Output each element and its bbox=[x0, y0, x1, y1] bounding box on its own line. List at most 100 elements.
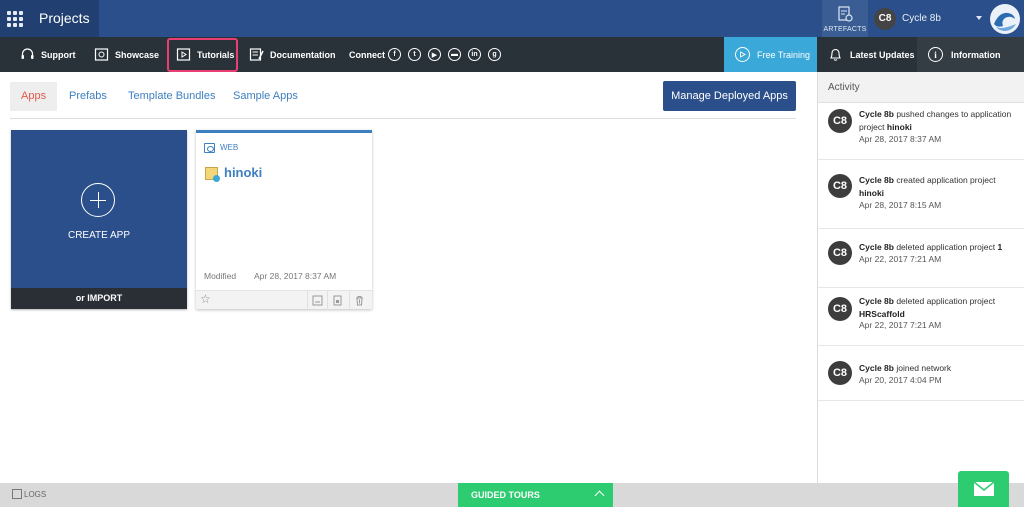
chevron-up-icon bbox=[594, 490, 605, 501]
info-icon: i bbox=[928, 47, 943, 62]
project-name-link[interactable]: hinoki bbox=[224, 165, 262, 180]
activity-action: created application project bbox=[893, 175, 996, 185]
activity-action: deleted application project bbox=[893, 296, 996, 306]
activity-time: Apr 22, 2017 7:21 AM bbox=[859, 254, 942, 264]
activity-time: Apr 22, 2017 7:21 AM bbox=[859, 320, 942, 330]
logs-icon bbox=[12, 489, 22, 499]
trash-icon[interactable] bbox=[349, 291, 368, 310]
create-app-card[interactable]: CREATE APP or IMPORT bbox=[11, 130, 187, 309]
information-button[interactable]: i Information bbox=[917, 37, 1024, 72]
activity-text: Cycle 8b joined network bbox=[859, 362, 1019, 375]
avatar: C8 bbox=[828, 361, 852, 385]
grid-icon bbox=[7, 10, 23, 27]
activity-target: hinoki bbox=[886, 121, 912, 132]
activity-time: Apr 28, 2017 8:37 AM bbox=[859, 134, 942, 144]
bottom-bar: LOGS GUIDED TOURS bbox=[0, 483, 1024, 507]
avatar: C8 bbox=[828, 297, 852, 321]
avatar: C8 bbox=[828, 241, 852, 265]
logs-button[interactable]: LOGS bbox=[12, 489, 46, 499]
activity-target: HRScaffold bbox=[859, 308, 905, 319]
activity-target: 1 bbox=[997, 242, 1003, 252]
tutorials-highlight bbox=[167, 38, 238, 72]
chat-icon[interactable]: ▬ bbox=[448, 48, 461, 61]
create-app-label: CREATE APP bbox=[67, 230, 131, 241]
play-circle-icon bbox=[735, 47, 750, 62]
user-menu[interactable]: C8 Cycle 8b bbox=[868, 0, 988, 37]
avatar: C8 bbox=[874, 7, 896, 30]
bell-icon bbox=[828, 47, 843, 62]
activity-user: Cycle 8b bbox=[859, 296, 894, 306]
activity-item: C8 Cycle 8b deleted application project … bbox=[818, 229, 1024, 288]
logs-label: LOGS bbox=[24, 489, 47, 499]
nav-showcase[interactable]: Showcase bbox=[94, 37, 159, 72]
page-title: Projects bbox=[30, 0, 99, 37]
nav-documentation-label: Documentation bbox=[270, 49, 336, 60]
information-label: Information bbox=[951, 49, 1001, 60]
activity-action: deleted application project bbox=[893, 242, 998, 252]
latest-updates-button[interactable]: Latest Updates bbox=[817, 37, 917, 72]
tab-apps[interactable]: Apps bbox=[10, 82, 58, 111]
documentation-icon bbox=[249, 47, 264, 62]
avatar: C8 bbox=[828, 174, 852, 198]
activity-panel: Activity C8 Cycle 8b pushed changes to a… bbox=[817, 72, 1024, 483]
activity-user: Cycle 8b bbox=[859, 363, 894, 373]
activity-user: Cycle 8b bbox=[859, 175, 894, 185]
nav-showcase-label: Showcase bbox=[115, 49, 160, 60]
artefacts-button[interactable]: ARTEFACTS bbox=[822, 0, 868, 37]
facebook-icon[interactable]: f bbox=[388, 48, 401, 61]
card-footer: ☆ bbox=[196, 290, 372, 310]
activity-text: Cycle 8b pushed changes to application p… bbox=[859, 108, 1019, 133]
chevron-down-icon bbox=[976, 16, 982, 20]
guided-tours-label: GUIDED TOURS bbox=[471, 490, 540, 500]
web-icon bbox=[204, 143, 215, 153]
googleplus-icon[interactable]: g bbox=[488, 48, 501, 61]
artefacts-label: ARTEFACTS bbox=[823, 26, 867, 33]
free-training-label: Free Training bbox=[757, 49, 811, 60]
activity-item: C8 Cycle 8b created application project … bbox=[818, 160, 1024, 229]
linkedin-icon[interactable]: in bbox=[468, 48, 481, 61]
free-training-button[interactable]: Free Training bbox=[724, 37, 817, 72]
nav-documentation[interactable]: Documentation bbox=[249, 37, 336, 72]
activity-title: Activity bbox=[818, 72, 1024, 103]
activity-item: C8 Cycle 8b pushed changes to applicatio… bbox=[818, 103, 1024, 160]
activity-time: Apr 28, 2017 8:15 AM bbox=[859, 200, 942, 210]
nav-support[interactable]: Support bbox=[20, 37, 76, 72]
activity-user: Cycle 8b bbox=[859, 242, 894, 252]
manage-deployed-apps-button[interactable]: Manage Deployed Apps bbox=[663, 81, 796, 111]
contact-mail-button[interactable] bbox=[958, 471, 1009, 507]
tab-sample-apps[interactable]: Sample Apps bbox=[233, 82, 298, 111]
activity-target: hinoki bbox=[859, 187, 885, 198]
tab-prefabs[interactable]: Prefabs bbox=[69, 82, 107, 111]
tab-template-bundles[interactable]: Template Bundles bbox=[128, 82, 215, 111]
showcase-icon bbox=[94, 47, 109, 62]
activity-item: C8 Cycle 8b joined network Apr 20, 2017 … bbox=[818, 346, 1024, 401]
artefacts-icon bbox=[838, 6, 853, 22]
import-button[interactable]: or IMPORT bbox=[11, 288, 187, 309]
activity-text: Cycle 8b created application project hin… bbox=[859, 174, 1019, 199]
project-icon bbox=[205, 167, 220, 182]
avatar: C8 bbox=[828, 109, 852, 133]
wave-logo-icon[interactable] bbox=[990, 4, 1020, 34]
headset-icon bbox=[20, 47, 35, 62]
star-icon[interactable]: ☆ bbox=[200, 292, 211, 306]
activity-text: Cycle 8b deleted application project 1 bbox=[859, 241, 1019, 254]
activity-item: C8 Cycle 8b deleted application project … bbox=[818, 288, 1024, 346]
latest-updates-label: Latest Updates bbox=[850, 49, 915, 60]
mail-icon bbox=[973, 481, 994, 496]
export-icon[interactable] bbox=[307, 291, 326, 310]
tabs-divider bbox=[10, 118, 796, 119]
guided-tours-button[interactable]: GUIDED TOURS bbox=[458, 483, 613, 507]
top-header: Projects ARTEFACTS C8 Cycle 8b bbox=[0, 0, 1024, 37]
twitter-icon[interactable]: t bbox=[408, 48, 421, 61]
app-grid-button[interactable] bbox=[0, 0, 30, 37]
activity-action: joined network bbox=[893, 363, 952, 373]
activity-text: Cycle 8b deleted application project HRS… bbox=[859, 295, 1019, 320]
project-card[interactable]: WEB hinoki Modified Apr 28, 2017 8:37 AM… bbox=[196, 130, 372, 310]
plus-circle-icon bbox=[81, 183, 115, 217]
youtube-icon[interactable]: ▶ bbox=[428, 48, 441, 61]
modified-label: Modified bbox=[204, 271, 237, 281]
nav-support-label: Support bbox=[41, 49, 76, 60]
modified-date: Apr 28, 2017 8:37 AM bbox=[254, 271, 337, 281]
user-name: Cycle 8b bbox=[902, 13, 941, 24]
copy-icon[interactable] bbox=[327, 291, 346, 310]
